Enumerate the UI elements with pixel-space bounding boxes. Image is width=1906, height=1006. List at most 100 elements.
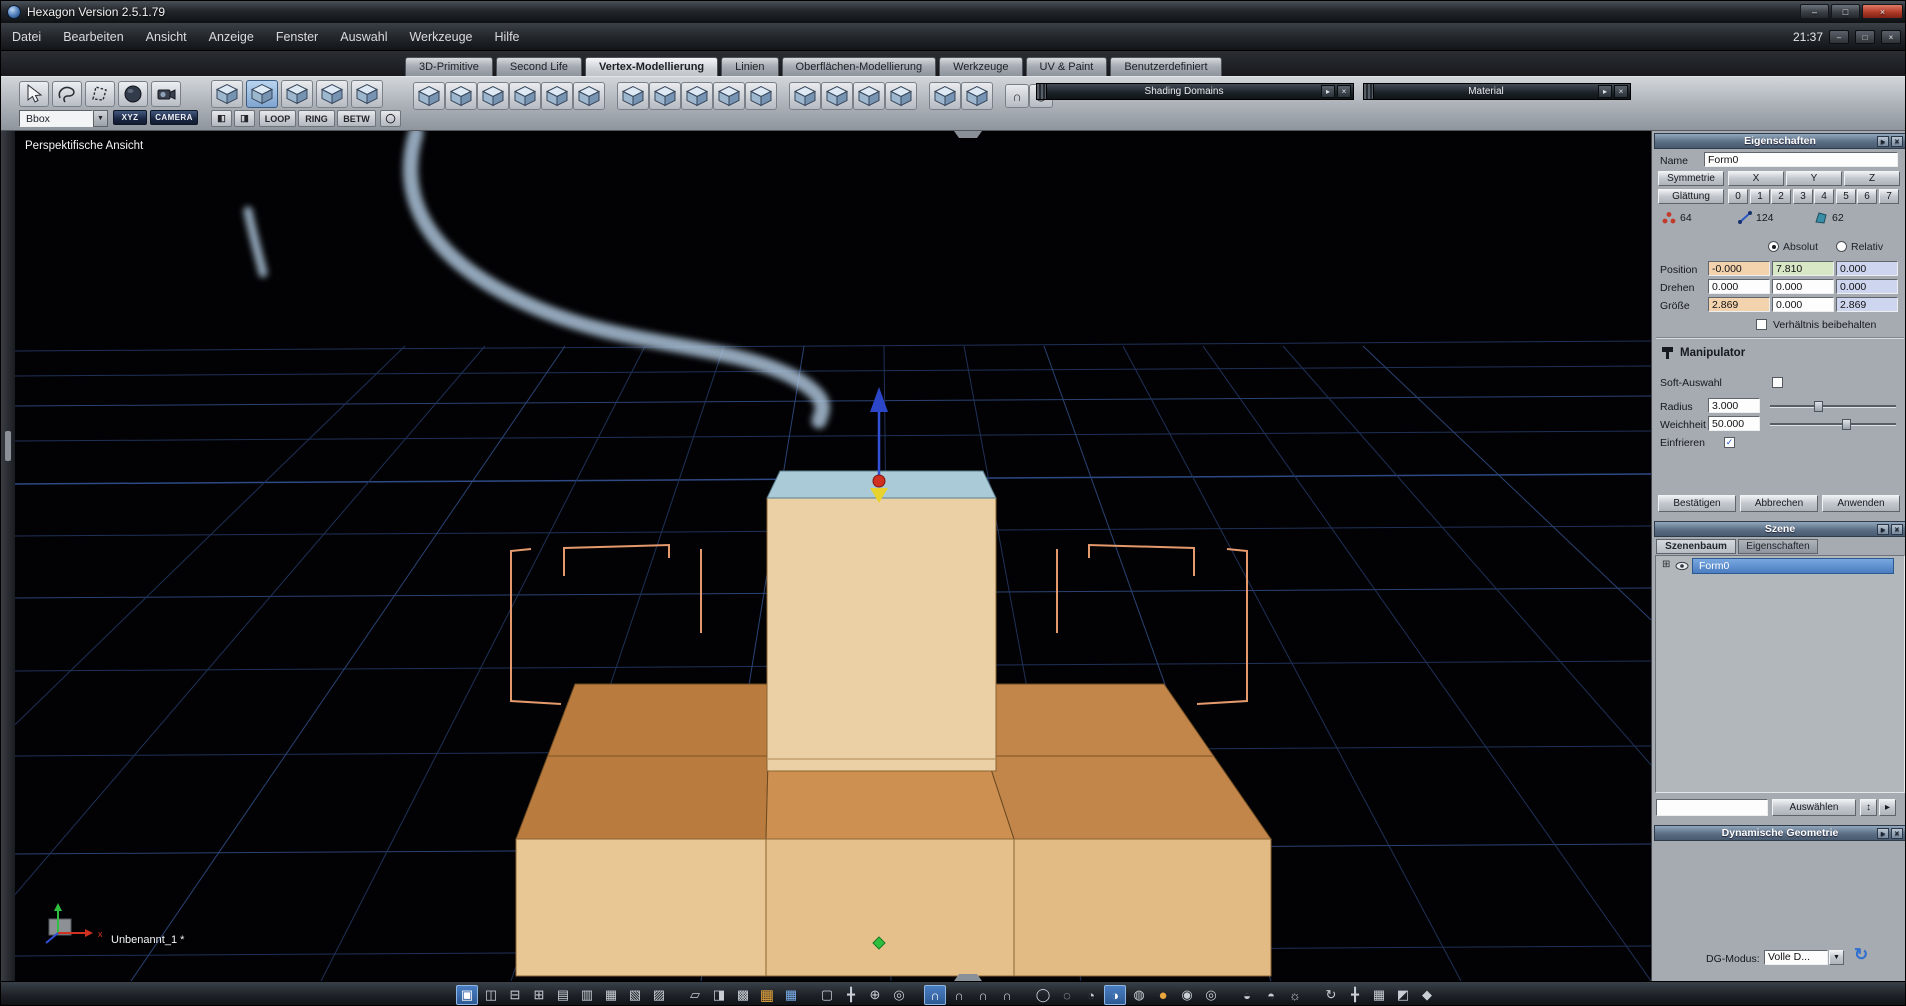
- scene-tree[interactable]: ⊞ Form0: [1655, 555, 1905, 793]
- modeling-tool-cube-icon[interactable]: [681, 82, 713, 110]
- scene-collapse-icon[interactable]: ▸: [1877, 523, 1889, 535]
- app-close-button[interactable]: ×: [1881, 30, 1901, 44]
- rotation-z-input[interactable]: [1836, 279, 1898, 294]
- softness-input[interactable]: [1708, 416, 1760, 431]
- splitter-handle[interactable]: [5, 431, 11, 461]
- light-1-icon[interactable]: ◒: [1236, 985, 1258, 1005]
- relative-radio[interactable]: Relativ: [1836, 241, 1883, 253]
- size-z-input[interactable]: [1836, 297, 1898, 312]
- polygon-select-tool-icon[interactable]: [85, 81, 115, 107]
- smoothing-7-button[interactable]: 7: [1879, 189, 1899, 204]
- dg-mode-select[interactable]: Volle D...: [1764, 950, 1828, 965]
- modeling-tool-cube-icon[interactable]: [929, 82, 961, 110]
- extruded-box-mesh[interactable]: [766, 470, 997, 772]
- confirm-button[interactable]: Bestätigen: [1658, 495, 1736, 512]
- smoothing-2-button[interactable]: 2: [1771, 189, 1791, 204]
- cancel-button[interactable]: Abbrechen: [1740, 495, 1818, 512]
- dynamic-geometry-panel-header[interactable]: Dynamische Geometrie ▸ ×: [1654, 825, 1905, 841]
- rotation-y-input[interactable]: [1772, 279, 1834, 294]
- sphere-select-tool-icon[interactable]: [118, 81, 148, 107]
- between-button[interactable]: BETW: [337, 110, 376, 127]
- modeling-tool-cube-icon[interactable]: [961, 82, 993, 110]
- modeling-tool-cube-icon[interactable]: [573, 82, 605, 110]
- radius-slider[interactable]: [1770, 401, 1896, 412]
- manipulator-origin[interactable]: [872, 474, 886, 488]
- snap-grid-icon[interactable]: ∩: [924, 985, 946, 1005]
- tab-vertex-modellierung[interactable]: Vertex-Modellierung: [585, 57, 719, 76]
- dg-sync-icon[interactable]: ↻: [1854, 945, 1868, 965]
- layout-cols-icon[interactable]: ▥: [576, 985, 598, 1005]
- magnet-tool-icon[interactable]: ∩: [1005, 84, 1029, 108]
- freeze-checkbox[interactable]: ✓: [1724, 437, 1735, 448]
- tab-second-life[interactable]: Second Life: [495, 57, 583, 76]
- pan-icon[interactable]: ╋: [840, 985, 862, 1005]
- pivot-icon[interactable]: ╋: [1344, 985, 1366, 1005]
- drag-grip-icon[interactable]: [1364, 84, 1374, 99]
- snap-face-icon[interactable]: ∩: [996, 985, 1018, 1005]
- radius-input[interactable]: [1708, 398, 1760, 413]
- shading-lit-icon[interactable]: ◉: [1176, 985, 1198, 1005]
- keep-ratio-checkbox[interactable]: [1756, 319, 1767, 330]
- absolute-radio[interactable]: Absolut: [1768, 241, 1818, 253]
- tab-szenenbaum[interactable]: Szenenbaum: [1656, 539, 1736, 554]
- smoothing-3-button[interactable]: 3: [1793, 189, 1813, 204]
- shaded-toggle-icon[interactable]: ◨: [708, 985, 730, 1005]
- smoothing-button[interactable]: Glättung: [1658, 189, 1724, 204]
- select-all-mode-icon[interactable]: [351, 80, 383, 108]
- gem-icon[interactable]: ◆: [1416, 985, 1438, 1005]
- symmetry-y-button[interactable]: Y: [1786, 171, 1842, 186]
- menu-hilfe[interactable]: Hilfe: [483, 23, 530, 51]
- symmetry-z-button[interactable]: Z: [1844, 171, 1900, 186]
- camera-toggle-button[interactable]: CAMERA: [150, 110, 198, 125]
- scene-filter-input[interactable]: [1656, 799, 1768, 816]
- loop-button[interactable]: LOOP: [259, 110, 296, 127]
- shading-smooth-icon[interactable]: ◑: [1104, 985, 1126, 1005]
- layout-two-pane-h-icon[interactable]: ⊟: [504, 985, 526, 1005]
- blue-grid-icon[interactable]: ▦: [780, 985, 802, 1005]
- dg-close-icon[interactable]: ×: [1891, 827, 1903, 839]
- tab-linien[interactable]: Linien: [721, 57, 779, 76]
- grid-toggle-icon[interactable]: ▦: [1368, 985, 1390, 1005]
- title-bar[interactable]: Hexagon Version 2.5.1.79 – □ ×: [1, 1, 1905, 23]
- modeling-tool-cube-icon[interactable]: [885, 82, 917, 110]
- size-y-input[interactable]: [1772, 297, 1834, 312]
- snap-edge-icon[interactable]: ∩: [972, 985, 994, 1005]
- scene-close-icon[interactable]: ×: [1891, 523, 1903, 535]
- size-x-input[interactable]: [1708, 297, 1770, 312]
- modeling-tool-cube-icon[interactable]: [745, 82, 777, 110]
- scene-updown-icon[interactable]: ↕: [1860, 799, 1877, 816]
- modeling-tool-cube-icon[interactable]: [789, 82, 821, 110]
- rotation-x-input[interactable]: [1708, 279, 1770, 294]
- properties-collapse-icon[interactable]: ▸: [1877, 135, 1889, 147]
- properties-panel-header[interactable]: Eigenschaften ▸ ×: [1654, 133, 1905, 149]
- layout-diag-icon[interactable]: ▧: [624, 985, 646, 1005]
- position-x-input[interactable]: [1708, 261, 1770, 276]
- select-object-mode-icon[interactable]: [316, 80, 348, 108]
- sun-light-icon[interactable]: ☼: [1284, 985, 1306, 1005]
- select-points-mode-icon[interactable]: [211, 80, 243, 108]
- shading-cartoon-icon[interactable]: ◎: [1200, 985, 1222, 1005]
- position-y-input[interactable]: [1772, 261, 1834, 276]
- selection-mode-select[interactable]: Bbox: [19, 110, 93, 127]
- focus-icon[interactable]: ◎: [888, 985, 910, 1005]
- shading-textured-icon[interactable]: ◍: [1128, 985, 1150, 1005]
- shading-flat-icon[interactable]: ◔: [1080, 985, 1102, 1005]
- radius-slider-thumb[interactable]: [1814, 401, 1823, 412]
- light-2-icon[interactable]: ◓: [1260, 985, 1282, 1005]
- modeling-tool-cube-icon[interactable]: [413, 82, 445, 110]
- paint-deselect-icon[interactable]: ◨: [234, 110, 255, 127]
- modeling-tool-cube-icon[interactable]: [821, 82, 853, 110]
- select-button[interactable]: Auswählen: [1772, 799, 1856, 816]
- modeling-tool-cube-icon[interactable]: [509, 82, 541, 110]
- material-close-icon[interactable]: ×: [1614, 85, 1628, 98]
- smoothing-5-button[interactable]: 5: [1836, 189, 1856, 204]
- menu-fenster[interactable]: Fenster: [265, 23, 329, 51]
- paint-select-icon[interactable]: ◧: [211, 110, 232, 127]
- selection-frame-icon[interactable]: ▢: [816, 985, 838, 1005]
- shading-domains-close-icon[interactable]: ×: [1337, 85, 1351, 98]
- shading-domains-panel-bar[interactable]: Shading Domains ▸ ×: [1036, 83, 1354, 100]
- shading-material-icon[interactable]: ●: [1152, 985, 1174, 1005]
- zoom-icon[interactable]: ⊕: [864, 985, 886, 1005]
- symmetry-button[interactable]: Symmetrie: [1658, 171, 1724, 186]
- menu-datei[interactable]: Datei: [1, 23, 52, 51]
